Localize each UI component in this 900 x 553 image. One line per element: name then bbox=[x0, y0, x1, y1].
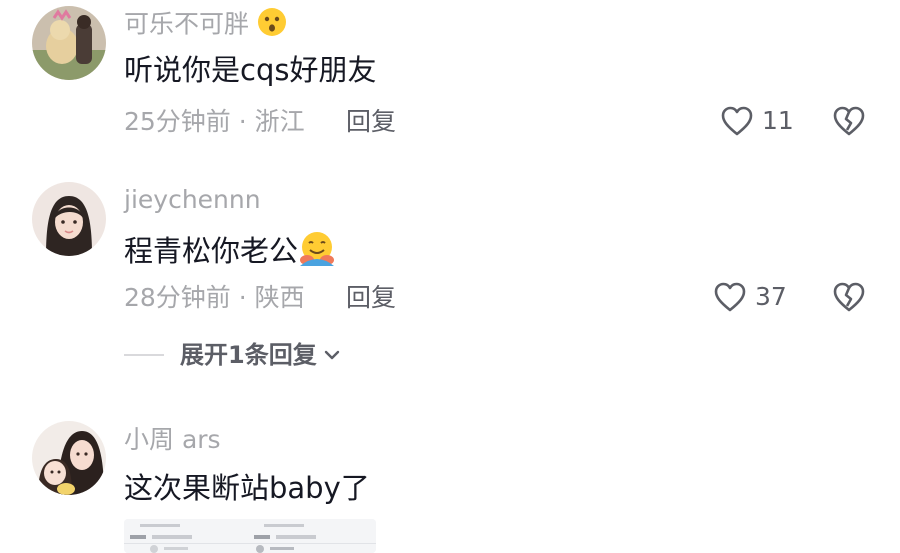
comment-text: 这次果断站baby了 bbox=[124, 471, 370, 505]
avatar-photo-two-girls bbox=[32, 421, 106, 495]
heart-icon bbox=[714, 282, 746, 312]
avatar[interactable] bbox=[32, 182, 106, 256]
comment-meta: 28分钟前 · 陕西 bbox=[124, 283, 305, 313]
avatar[interactable] bbox=[32, 421, 106, 495]
broken-heart-icon bbox=[833, 106, 865, 136]
dislike-button[interactable] bbox=[832, 281, 866, 317]
hushed-face-emoji bbox=[257, 7, 287, 44]
hugging-face-emoji bbox=[298, 230, 336, 276]
dislike-button[interactable] bbox=[832, 105, 866, 141]
broken-heart-icon bbox=[833, 282, 865, 312]
screenshot-image bbox=[124, 519, 376, 553]
reply-button[interactable]: 回复 bbox=[346, 283, 396, 313]
like-count: 37 bbox=[755, 282, 787, 311]
like-button[interactable]: 11 bbox=[720, 105, 794, 137]
avatar[interactable] bbox=[32, 6, 106, 80]
expand-replies-button[interactable]: 展开1条回复 bbox=[124, 340, 343, 370]
avatar-photo-girl bbox=[32, 182, 106, 256]
comment-location: 浙江 bbox=[254, 107, 305, 136]
heart-icon bbox=[721, 106, 753, 136]
comment-time: 25分钟前 bbox=[124, 107, 231, 136]
meta-separator: · bbox=[238, 107, 247, 136]
comment-text: 程青松你老公 bbox=[124, 230, 336, 276]
chevron-down-icon bbox=[324, 350, 339, 360]
meta-separator: · bbox=[238, 283, 247, 312]
comment-text: 听说你是cqs好朋友 bbox=[124, 53, 377, 87]
expand-replies-label: 展开1条回复 bbox=[180, 341, 317, 369]
comment-location: 陕西 bbox=[254, 283, 305, 312]
like-button[interactable]: 37 bbox=[713, 281, 787, 313]
avatar-photo-dog bbox=[32, 6, 106, 80]
username[interactable]: jieychennn bbox=[124, 185, 261, 215]
comment-image-thumbnail[interactable] bbox=[124, 519, 376, 553]
username[interactable]: 可乐不可胖 bbox=[124, 7, 287, 44]
divider bbox=[124, 354, 164, 356]
comment-meta: 25分钟前 · 浙江 bbox=[124, 107, 305, 137]
comment-time: 28分钟前 bbox=[124, 283, 231, 312]
like-count: 11 bbox=[762, 106, 794, 135]
username[interactable]: 小周 ars bbox=[124, 425, 221, 455]
reply-button[interactable]: 回复 bbox=[346, 107, 396, 137]
